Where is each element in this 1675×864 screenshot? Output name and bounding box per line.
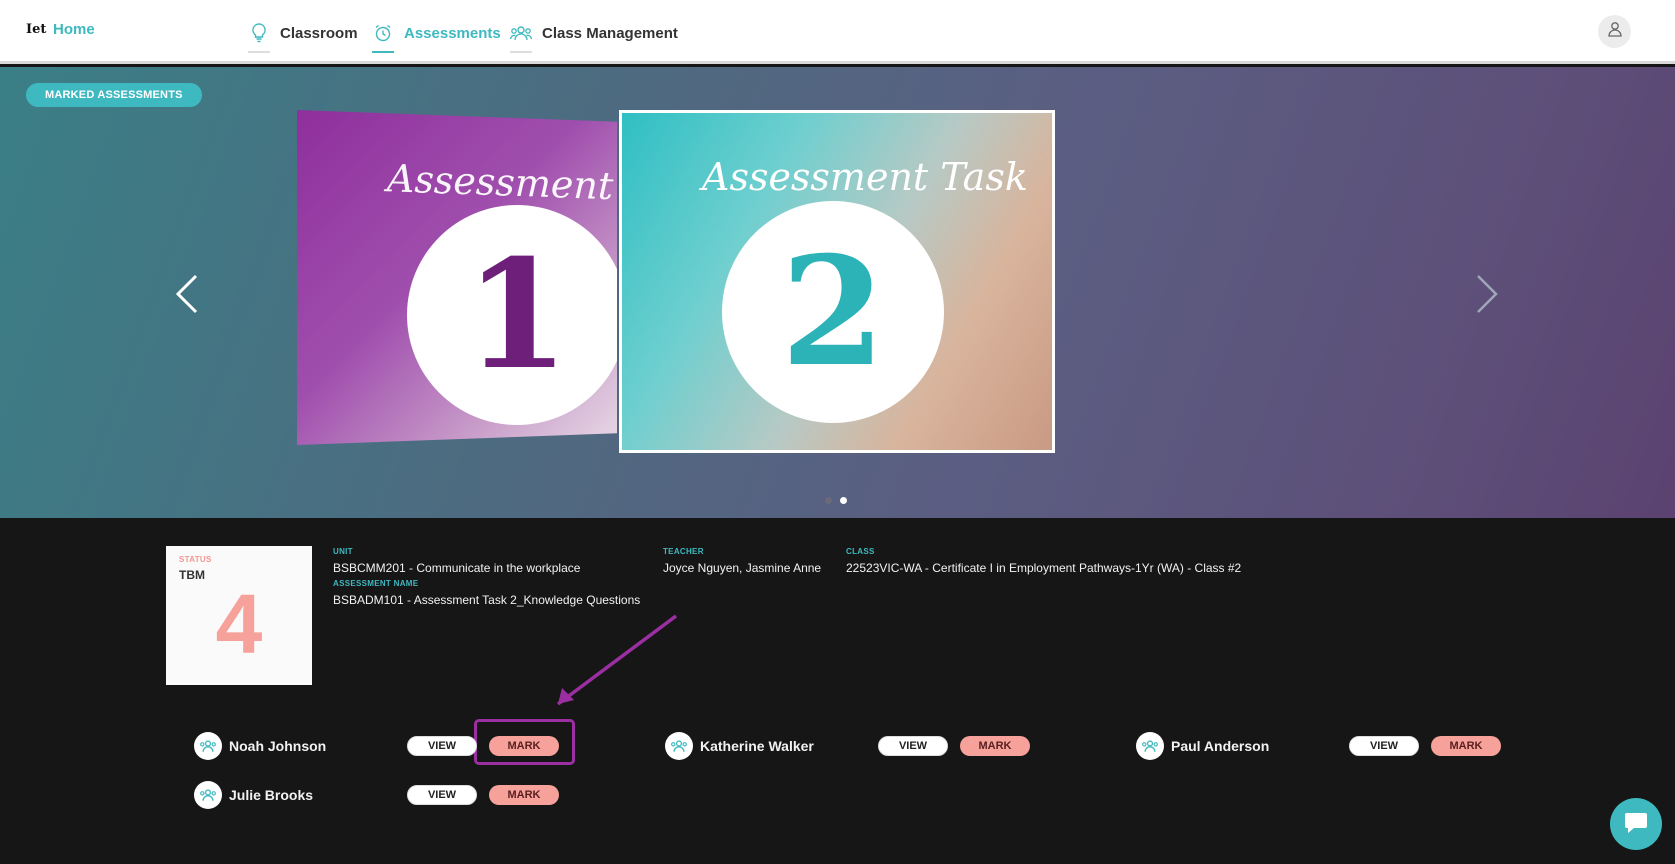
view-button[interactable]: VIEW [1349,736,1419,756]
status-count: 4 [215,577,263,671]
assessment-carousel: MARKED ASSESSMENTS Assessment Task 1 Ass… [0,67,1675,518]
assessment-name-label: ASSESSMENT NAME [333,579,419,588]
mark-button[interactable]: MARK [489,785,559,805]
student-avatar [194,781,222,809]
chat-button[interactable] [1610,798,1662,850]
student-name: Paul Anderson [1171,738,1270,754]
nav-item-label: Classroom [280,24,358,42]
student-name: Katherine Walker [700,738,814,754]
assessment-card-2[interactable]: Assessment Task 2 [619,110,1055,453]
student-avatar [194,732,222,760]
card-number: 1 [407,205,617,425]
teacher-label: TEACHER [663,547,704,556]
nav-item-label: Assessments [404,24,501,42]
teacher-value: Joyce Nguyen, Jasmine Anne [663,561,822,575]
assessment-name-value: BSBADM101 - Assessment Task 2_Knowledge … [333,593,641,607]
app-logo[interactable]: Iet [26,22,46,37]
mark-button[interactable]: MARK [960,736,1030,756]
top-navigation-bar: Iet Home Classroom Assessments Class Man… [0,0,1675,64]
carousel-dot-active[interactable] [840,497,847,504]
nav-item-assessments[interactable]: Assessments [372,18,501,53]
chevron-right-icon[interactable] [1472,272,1502,316]
view-button[interactable]: VIEW [878,736,948,756]
profile-button[interactable] [1598,15,1631,48]
status-card: STATUS TBM 4 [166,546,312,685]
mark-button[interactable]: MARK [1431,736,1501,756]
lightbulb-icon [248,21,270,53]
view-button[interactable]: VIEW [407,785,477,805]
view-button[interactable]: VIEW [407,736,477,756]
student-row: Noah Johnson VIEW MARK [194,732,564,762]
nav-item-label: Class Management [542,24,678,42]
student-row: Katherine Walker VIEW MARK [665,732,1035,762]
carousel-dot[interactable] [825,497,832,504]
chevron-left-icon[interactable] [172,272,202,316]
unit-value: BSBCMM201 - Communicate in the workplace [333,561,581,575]
student-row: Julie Brooks VIEW MARK [194,781,564,811]
chat-bubble-icon [1623,810,1649,839]
marked-assessments-button[interactable]: MARKED ASSESSMENTS [26,83,202,107]
mark-button[interactable]: MARK [489,736,559,756]
user-icon [1607,21,1623,42]
student-name: Noah Johnson [229,738,327,754]
card-title: Assessment Task [386,156,617,211]
users-icon [510,21,532,53]
student-avatar [1136,732,1164,760]
class-value: 22523VIC-WA - Certificate I in Employmen… [846,561,1242,575]
nav-item-class-management[interactable]: Class Management [510,18,678,53]
alarm-clock-icon [372,21,394,53]
student-row: Paul Anderson VIEW MARK [1136,732,1506,762]
card-number: 2 [722,201,944,423]
nav-item-classroom[interactable]: Classroom [248,18,358,53]
student-name: Julie Brooks [229,787,314,803]
status-label: STATUS [179,555,212,564]
unit-label: UNIT [333,547,353,556]
nav-home-link[interactable]: Home [53,21,95,38]
carousel-pagination [825,497,847,504]
annotation-arrow [556,614,678,706]
class-label: CLASS [846,547,875,556]
student-avatar [665,732,693,760]
card-title: Assessment Task [702,155,1028,199]
assessment-card-1[interactable]: Assessment Task 1 [297,110,617,445]
